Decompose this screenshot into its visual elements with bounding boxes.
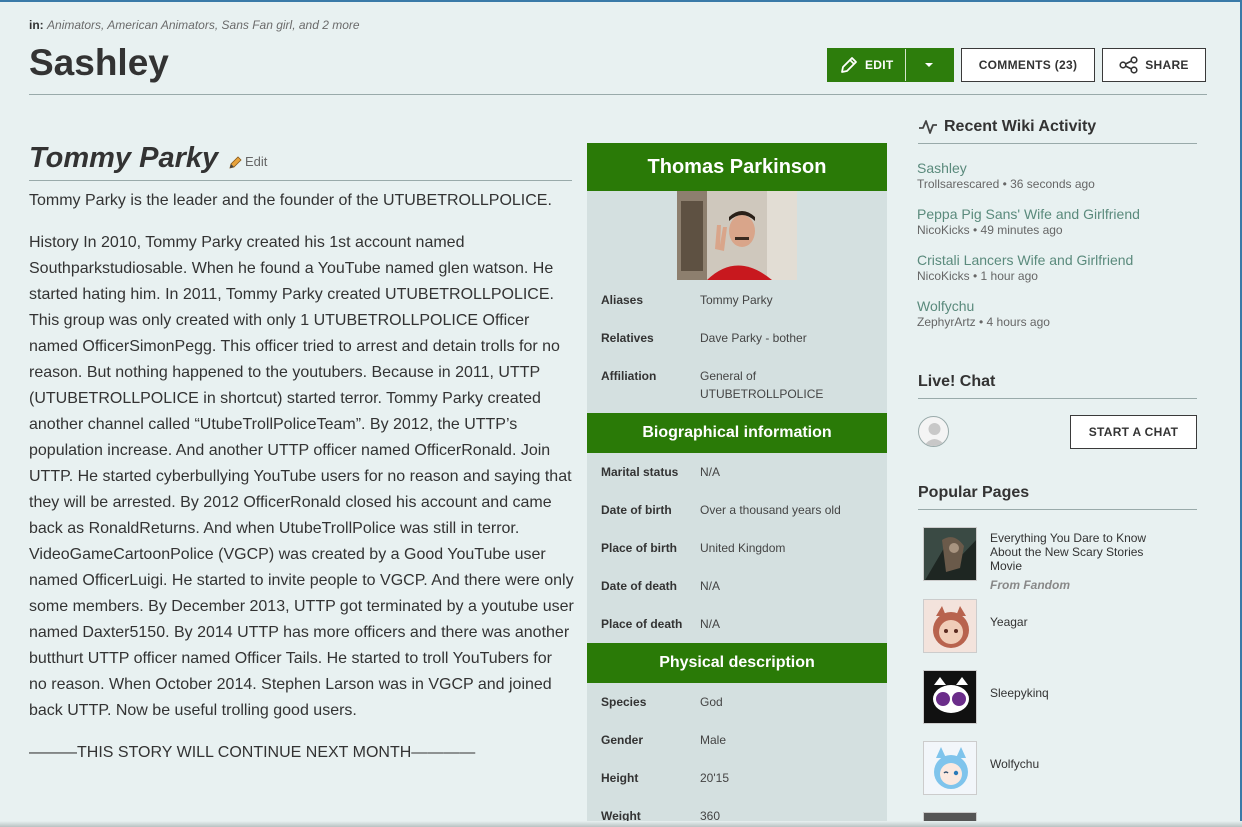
- share-button-label: SHARE: [1145, 58, 1189, 72]
- recent-activity-heading: Recent Wiki Activity: [918, 118, 1096, 136]
- activity-meta: Trollsarescared • 36 seconds ago: [917, 177, 1095, 191]
- popular-page-thumbnail[interactable]: [923, 670, 977, 724]
- activity-meta: ZephyrArtz • 4 hours ago: [917, 315, 1050, 329]
- infobox-value: God: [700, 695, 723, 709]
- share-icon: [1119, 56, 1138, 74]
- activity-icon: [919, 120, 937, 134]
- edit-divider: [905, 49, 906, 81]
- popular-page-thumbnail[interactable]: [923, 741, 977, 795]
- activity-title[interactable]: Sashley: [917, 160, 1095, 176]
- article-paragraph: Tommy Parky is the leader and the founde…: [29, 192, 552, 209]
- section-edit-label: Edit: [245, 154, 268, 169]
- infobox-value: Male: [700, 733, 727, 747]
- activity-title[interactable]: Peppa Pig Sans' Wife and Girlfriend: [917, 206, 1140, 222]
- infobox-label: Date of birth: [601, 503, 672, 517]
- popular-page-title[interactable]: Wolfychu: [990, 757, 1170, 771]
- infobox-value: N/A: [700, 617, 721, 631]
- infobox-section-biographical: Biographical information: [587, 413, 887, 453]
- pencil-icon: [841, 57, 857, 73]
- popular-page-thumbnail[interactable]: [923, 527, 977, 581]
- category-line: in: Animators, American Animators, Sans …: [29, 18, 360, 32]
- article-paragraph: History In 2010, Tommy Parky created his…: [29, 234, 574, 719]
- share-button[interactable]: SHARE: [1102, 48, 1206, 82]
- infobox-section-physical: Physical description: [587, 643, 887, 683]
- infobox-value: Dave Parky - bother: [700, 331, 807, 345]
- popular-page-title[interactable]: Yeagar: [990, 615, 1170, 629]
- popular-page-text: Everything You Dare to Know About the Ne…: [990, 531, 1170, 592]
- infobox: Thomas Parkinson Aliases Tommy Parky Rel…: [587, 143, 887, 827]
- infobox-label: Place of death: [601, 617, 683, 631]
- categories-label: in:: [29, 18, 44, 32]
- start-chat-button[interactable]: START A CHAT: [1070, 415, 1197, 449]
- infobox-label: Marital status: [601, 465, 679, 479]
- chevron-down-icon[interactable]: [924, 61, 934, 69]
- recent-activity-title: Recent Wiki Activity: [944, 118, 1097, 135]
- popular-page-source: From Fandom: [990, 578, 1070, 592]
- section-edit-link[interactable]: Edit: [229, 154, 267, 169]
- activity-meta: NicoKicks • 49 minutes ago: [917, 223, 1063, 237]
- popular-page-title[interactable]: Sleepykinq: [990, 686, 1170, 700]
- infobox-value: 20'15: [700, 771, 729, 785]
- infobox-label: Height: [601, 771, 639, 785]
- edit-button[interactable]: EDIT: [827, 48, 954, 82]
- activity-item[interactable]: Sashley Trollsarescared • 36 seconds ago: [917, 160, 1095, 191]
- character-photo[interactable]: [677, 191, 797, 280]
- infobox-label: Affiliation: [601, 369, 657, 383]
- comments-button[interactable]: COMMENTS (23): [961, 48, 1095, 82]
- activity-item[interactable]: Cristali Lancers Wife and Girlfriend Nic…: [917, 252, 1133, 283]
- edit-button-label: EDIT: [865, 58, 894, 72]
- page-title: Sashley: [29, 42, 169, 83]
- infobox-label: Species: [601, 695, 647, 709]
- article-paragraph: ———THIS STORY WILL CONTINUE NEXT MONTH——…: [29, 744, 476, 761]
- infobox-value: N/A: [700, 579, 721, 593]
- infobox-value: Tommy Parky: [700, 293, 773, 307]
- window-top-border: [0, 0, 1242, 2]
- activity-title[interactable]: Cristali Lancers Wife and Girlfriend: [917, 252, 1133, 268]
- section-divider: [29, 180, 572, 181]
- rail-divider: [918, 398, 1197, 399]
- live-chat-heading: Live! Chat: [918, 373, 996, 390]
- article-body: Tommy Parky is the leader and the founde…: [29, 188, 574, 782]
- window-bottom-edge: [0, 821, 1242, 827]
- infobox-label: Date of death: [601, 579, 678, 593]
- activity-meta: NicoKicks • 1 hour ago: [917, 269, 1038, 283]
- infobox-label: Relatives: [601, 331, 654, 345]
- section-heading: Tommy Parky: [29, 142, 219, 174]
- infobox-value: General of UTUBETROLLPOLICE: [700, 369, 824, 401]
- infobox-label: Place of birth: [601, 541, 678, 555]
- popular-pages-heading: Popular Pages: [918, 484, 1030, 501]
- activity-title[interactable]: Wolfychu: [917, 298, 1050, 314]
- activity-item[interactable]: Peppa Pig Sans' Wife and Girlfriend Nico…: [917, 206, 1140, 237]
- infobox-value: United Kingdom: [700, 541, 786, 555]
- rail-divider: [918, 509, 1197, 510]
- pencil-icon: [229, 155, 242, 169]
- categories-list[interactable]: Animators, American Animators, Sans Fan …: [47, 18, 360, 32]
- infobox-title: Thomas Parkinson: [587, 143, 887, 191]
- infobox-value: Over a thousand years old: [700, 503, 841, 517]
- infobox-label: Gender: [601, 733, 644, 747]
- avatar[interactable]: [918, 416, 949, 447]
- popular-page-title[interactable]: Everything You Dare to Know About the Ne…: [990, 531, 1170, 573]
- rail-divider: [918, 143, 1197, 144]
- infobox-label: Aliases: [601, 293, 644, 307]
- popular-page-thumbnail[interactable]: [923, 599, 977, 653]
- activity-item[interactable]: Wolfychu ZephyrArtz • 4 hours ago: [917, 298, 1050, 329]
- infobox-value: N/A: [700, 465, 721, 479]
- header-divider: [29, 94, 1207, 95]
